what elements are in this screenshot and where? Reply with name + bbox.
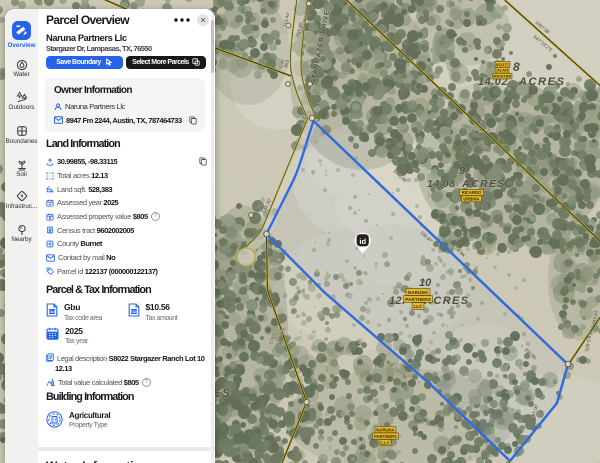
svg-text:URBINA: URBINA [463,197,479,202]
svg-text:ALAN: ALAN [497,68,508,73]
svg-text:RICHTER: RICHTER [494,74,511,79]
svg-text:SCOTT: SCOTT [496,62,510,67]
svg-text:ES: ES [213,388,231,400]
svg-text:NARUNA: NARUNA [376,427,394,432]
svg-text:LLC: LLC [413,304,423,309]
svg-text:PARTNERS: PARTNERS [374,434,397,439]
svg-text:9: 9 [459,165,466,177]
svg-text:NARUNA: NARUNA [408,290,429,295]
svg-text:8: 8 [513,60,520,74]
svg-text:TAX: TAX [49,310,56,314]
svg-text:14.08: 14.08 [427,178,455,190]
svg-text:PARTNERS: PARTNERS [405,297,430,302]
svg-text:LLC: LLC [381,440,389,445]
svg-text:RICARDO: RICARDO [462,190,482,195]
svg-text:12.: 12. [389,295,406,307]
svg-text:ACRES: ACRES [461,178,506,190]
svg-text:TAX: TAX [130,310,137,314]
svg-text:ACRES: ACRES [518,76,566,88]
svg-text:id: id [359,237,366,246]
svg-text:10: 10 [419,277,432,289]
